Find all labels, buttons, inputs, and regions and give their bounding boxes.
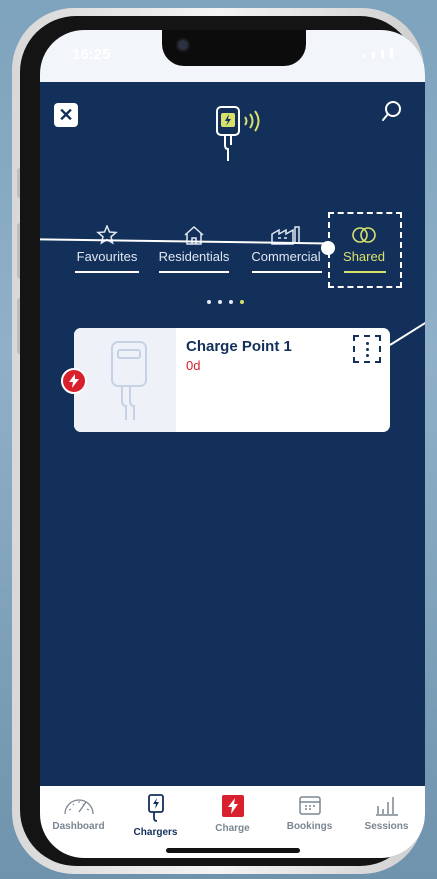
charger-wireless-logo-icon xyxy=(213,105,269,170)
search-icon xyxy=(382,101,401,121)
lightning-icon xyxy=(61,368,87,394)
charger-image xyxy=(74,328,176,432)
status-time: 16:25 xyxy=(72,46,111,63)
search-button[interactable] xyxy=(381,100,403,127)
nav-label: Chargers xyxy=(133,827,178,838)
highlight-box xyxy=(328,212,402,288)
bar-chart-icon xyxy=(375,797,398,816)
nav-label: Dashboard xyxy=(52,821,105,832)
charger-card[interactable]: Charge Point 1 0d xyxy=(74,328,390,432)
nav-bookings[interactable]: Bookings xyxy=(271,794,348,832)
app-screen: 16:25 ✕ Favourites Residentials Commerci… xyxy=(40,30,425,858)
page-dot xyxy=(229,300,233,304)
charger-title: Charge Point 1 xyxy=(186,338,292,355)
kebab-menu-button[interactable] xyxy=(353,335,381,363)
nav-sessions[interactable]: Sessions xyxy=(348,794,425,832)
nav-dashboard[interactable]: Dashboard xyxy=(40,794,117,832)
page-dot-active xyxy=(240,300,244,304)
tab-label: Residentials xyxy=(158,249,230,264)
tab-underline xyxy=(159,271,229,273)
lightning-icon xyxy=(221,795,244,817)
charger-status: 0d xyxy=(186,358,201,373)
page-indicator xyxy=(207,300,244,304)
calendar-icon xyxy=(298,796,321,815)
tab-label: Favourites xyxy=(76,249,138,264)
main-content xyxy=(40,82,425,786)
tab-favourites[interactable]: Favourites xyxy=(72,225,142,295)
page-dot xyxy=(207,300,211,304)
phone-frame: 16:25 ✕ Favourites Residentials Commerci… xyxy=(12,8,425,874)
nav-label: Sessions xyxy=(364,821,409,832)
close-button[interactable]: ✕ xyxy=(54,103,78,127)
tab-label: Commercial xyxy=(251,249,321,264)
close-icon: ✕ xyxy=(58,105,74,125)
tab-residentials[interactable]: Residentials xyxy=(154,225,234,295)
star-icon xyxy=(96,225,118,245)
page-dot xyxy=(218,300,222,304)
nav-chargers[interactable]: Chargers xyxy=(117,794,194,838)
kebab-menu-icon xyxy=(365,341,369,345)
callout-dot xyxy=(321,241,335,255)
nav-charge[interactable]: Charge xyxy=(194,794,271,834)
home-indicator xyxy=(166,848,300,853)
charger-icon xyxy=(111,341,147,420)
notch xyxy=(162,30,306,66)
camera-icon xyxy=(176,38,190,52)
nav-label: Charge xyxy=(215,823,250,834)
nav-label: Bookings xyxy=(286,821,333,832)
tab-underline xyxy=(75,271,139,273)
tab-underline xyxy=(252,271,322,273)
charger-icon xyxy=(147,794,164,822)
signal-icon xyxy=(363,48,393,58)
tab-commercial[interactable]: Commercial xyxy=(248,225,324,295)
speedometer-icon xyxy=(63,799,94,815)
